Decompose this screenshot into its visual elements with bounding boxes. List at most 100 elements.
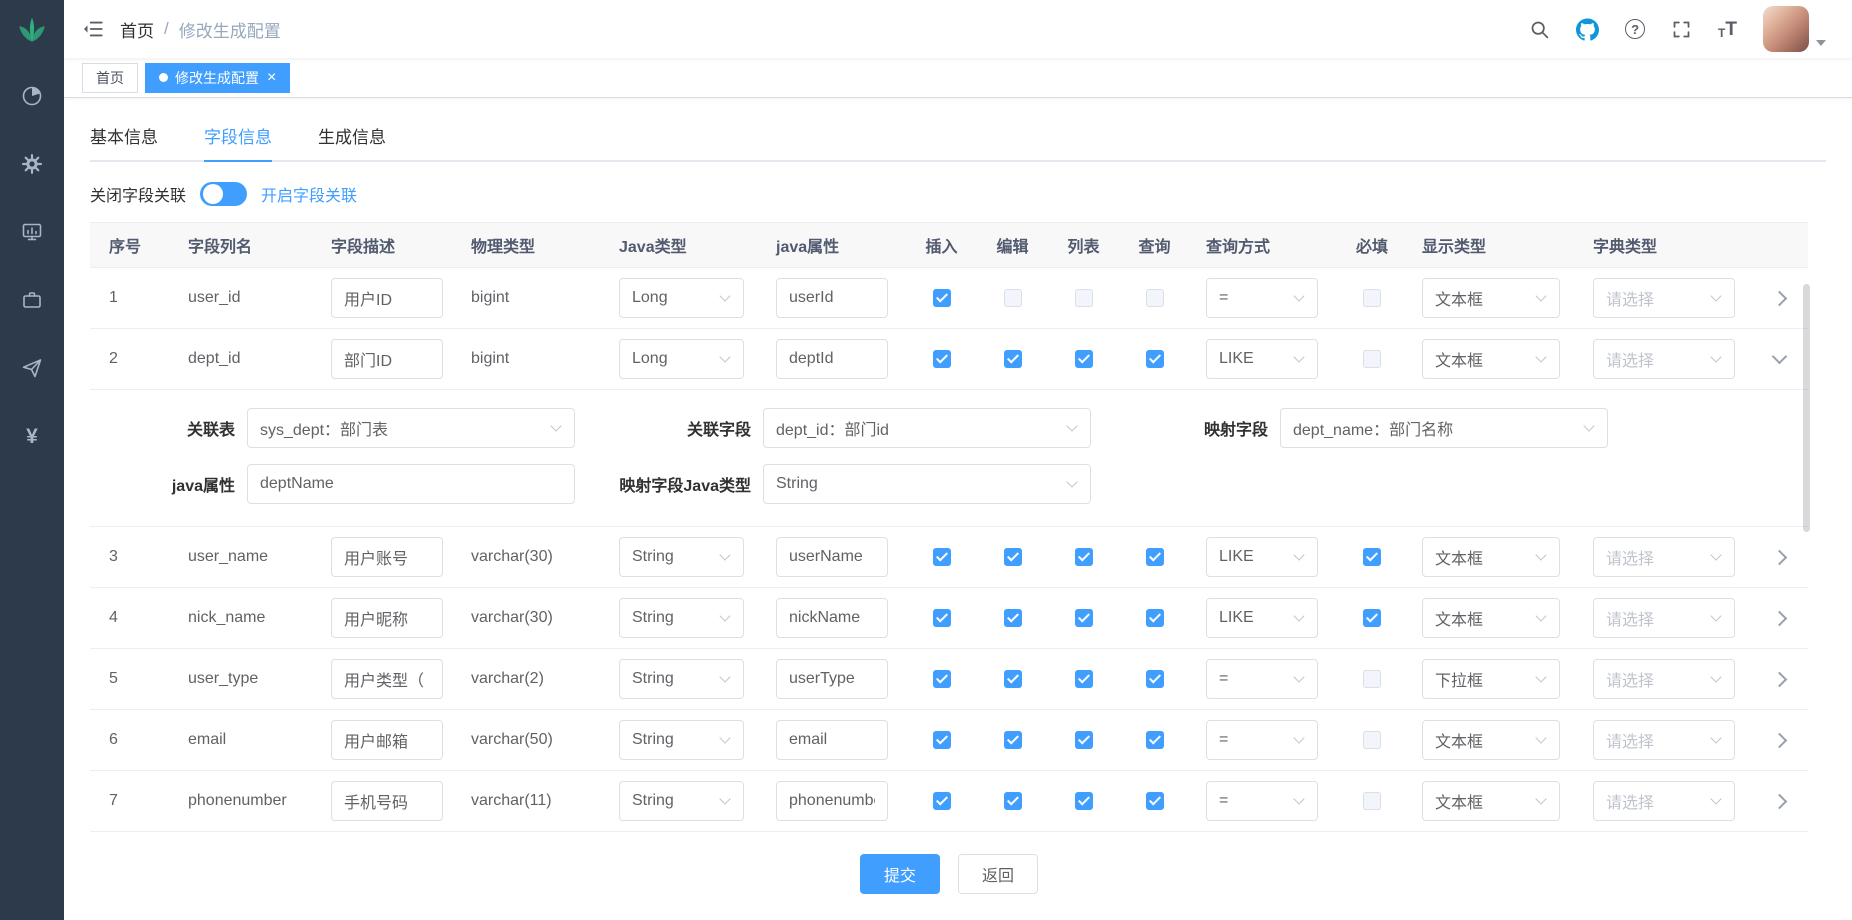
java-field-input[interactable] (776, 720, 888, 760)
required-checkbox[interactable] (1363, 289, 1381, 307)
tab-basic-info[interactable]: 基本信息 (90, 114, 158, 162)
github-icon[interactable] (1576, 18, 1599, 41)
insert-checkbox[interactable] (933, 792, 951, 810)
field-desc-input[interactable] (331, 781, 443, 821)
java-attr-input[interactable] (247, 464, 575, 504)
edit-checkbox[interactable] (1004, 731, 1022, 749)
edit-checkbox[interactable] (1004, 289, 1022, 307)
close-icon[interactable]: × (267, 70, 276, 86)
query-checkbox[interactable] (1146, 792, 1164, 810)
fullscreen-icon[interactable] (1671, 19, 1692, 40)
back-button[interactable]: 返回 (958, 854, 1038, 894)
sidebar-item-guide[interactable] (20, 356, 44, 380)
dict-type-select[interactable]: 请选择 (1593, 659, 1735, 699)
list-checkbox[interactable] (1075, 350, 1093, 368)
table-scrollbar-thumb[interactable] (1803, 284, 1810, 532)
field-desc-input[interactable] (331, 278, 443, 318)
list-checkbox[interactable] (1075, 670, 1093, 688)
required-checkbox[interactable] (1363, 792, 1381, 810)
dict-type-select[interactable]: 请选择 (1593, 537, 1735, 577)
edit-checkbox[interactable] (1004, 609, 1022, 627)
field-desc-input[interactable] (331, 720, 443, 760)
search-icon[interactable] (1529, 19, 1550, 40)
java-field-input[interactable] (776, 339, 888, 379)
query-checkbox[interactable] (1146, 609, 1164, 627)
mapping-java-type-select[interactable]: String (763, 464, 1091, 504)
dict-type-select[interactable]: 请选择 (1593, 339, 1735, 379)
sidebar-item-tool[interactable] (20, 288, 44, 312)
help-icon[interactable]: ? (1625, 19, 1645, 39)
java-field-input[interactable] (776, 598, 888, 638)
query-type-select[interactable]: LIKE (1206, 598, 1318, 638)
dict-type-select[interactable]: 请选择 (1593, 781, 1735, 821)
edit-checkbox[interactable] (1004, 548, 1022, 566)
display-type-select[interactable]: 文本框 (1422, 781, 1560, 821)
insert-checkbox[interactable] (933, 609, 951, 627)
query-checkbox[interactable] (1146, 548, 1164, 566)
sidebar-item-system[interactable] (20, 152, 44, 176)
java-field-input[interactable] (776, 537, 888, 577)
relation-field-select[interactable]: dept_id：部门id (763, 408, 1091, 448)
dict-type-select[interactable]: 请选择 (1593, 278, 1735, 318)
java-type-select[interactable]: Long (619, 339, 744, 379)
user-avatar-dropdown[interactable] (1763, 6, 1826, 52)
field-desc-input[interactable] (331, 659, 443, 699)
expand-row-button[interactable] (1771, 290, 1787, 306)
java-field-input[interactable] (776, 659, 888, 699)
insert-checkbox[interactable] (933, 670, 951, 688)
tab-generate-info[interactable]: 生成信息 (318, 114, 386, 162)
expand-row-button[interactable] (1771, 793, 1787, 809)
required-checkbox[interactable] (1363, 731, 1381, 749)
edit-checkbox[interactable] (1004, 792, 1022, 810)
field-desc-input[interactable] (331, 339, 443, 379)
query-type-select[interactable]: = (1206, 659, 1318, 699)
avatar[interactable] (1763, 6, 1809, 52)
expand-row-button[interactable] (1771, 610, 1787, 626)
app-logo[interactable] (0, 0, 64, 58)
java-type-select[interactable]: String (619, 720, 744, 760)
edit-checkbox[interactable] (1004, 350, 1022, 368)
query-type-select[interactable]: LIKE (1206, 339, 1318, 379)
field-desc-input[interactable] (331, 537, 443, 577)
tag-active-page[interactable]: 修改生成配置 × (145, 63, 290, 93)
query-type-select[interactable]: = (1206, 720, 1318, 760)
query-checkbox[interactable] (1146, 350, 1164, 368)
list-checkbox[interactable] (1075, 609, 1093, 627)
query-type-select[interactable]: = (1206, 781, 1318, 821)
expand-row-button[interactable] (1771, 671, 1787, 687)
field-relation-switch[interactable] (200, 182, 247, 206)
font-size-icon[interactable]: TT (1718, 20, 1737, 39)
list-checkbox[interactable] (1075, 548, 1093, 566)
dict-type-select[interactable]: 请选择 (1593, 598, 1735, 638)
display-type-select[interactable]: 文本框 (1422, 278, 1560, 318)
expand-row-button[interactable] (1771, 732, 1787, 748)
display-type-select[interactable]: 文本框 (1422, 720, 1560, 760)
java-type-select[interactable]: String (619, 659, 744, 699)
tab-field-info[interactable]: 字段信息 (204, 114, 272, 162)
query-type-select[interactable]: LIKE (1206, 537, 1318, 577)
sidebar-item-dashboard[interactable] (20, 84, 44, 108)
list-checkbox[interactable] (1075, 792, 1093, 810)
dict-type-select[interactable]: 请选择 (1593, 720, 1735, 760)
java-type-select[interactable]: String (619, 537, 744, 577)
sidebar-fold-icon[interactable] (64, 0, 120, 58)
java-field-input[interactable] (776, 278, 888, 318)
edit-checkbox[interactable] (1004, 670, 1022, 688)
submit-button[interactable]: 提交 (860, 854, 940, 894)
display-type-select[interactable]: 文本框 (1422, 537, 1560, 577)
sidebar-item-monitor[interactable] (20, 220, 44, 244)
required-checkbox[interactable] (1363, 670, 1381, 688)
relation-table-select[interactable]: sys_dept：部门表 (247, 408, 575, 448)
display-type-select[interactable]: 文本框 (1422, 339, 1560, 379)
list-checkbox[interactable] (1075, 289, 1093, 307)
insert-checkbox[interactable] (933, 289, 951, 307)
insert-checkbox[interactable] (933, 731, 951, 749)
query-checkbox[interactable] (1146, 670, 1164, 688)
expand-row-button[interactable] (1771, 349, 1787, 365)
display-type-select[interactable]: 下拉框 (1422, 659, 1560, 699)
mapping-field-select[interactable]: dept_name：部门名称 (1280, 408, 1608, 448)
query-type-select[interactable]: = (1206, 278, 1318, 318)
java-type-select[interactable]: String (619, 598, 744, 638)
query-checkbox[interactable] (1146, 289, 1164, 307)
java-type-select[interactable]: Long (619, 278, 744, 318)
